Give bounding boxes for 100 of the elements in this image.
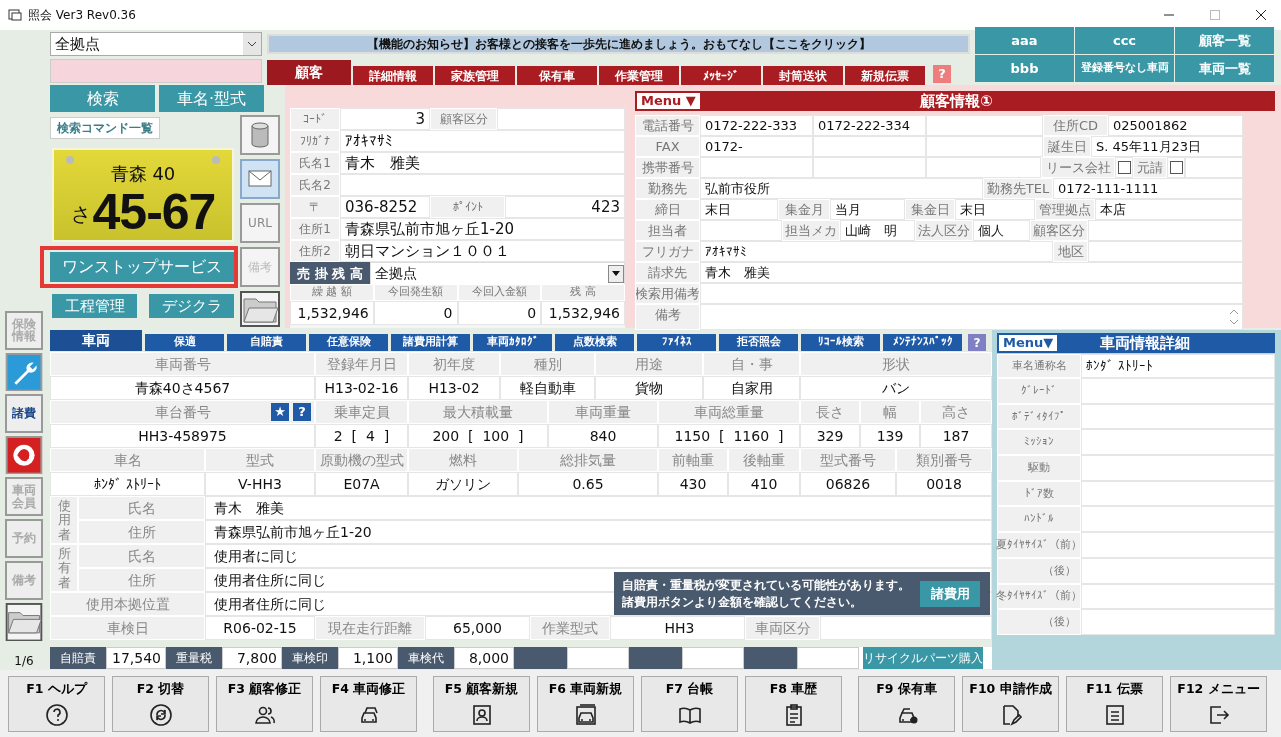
field-label: 登録年月日 xyxy=(315,352,408,376)
notice-banner[interactable]: 【機能のお知らせ】お客様との接客を一歩先に進めましょう。おもてなし【ここをクリック】 xyxy=(267,34,970,54)
field-label: ﾌﾘｶﾞﾅ xyxy=(290,130,340,152)
field-label: 現在走行距離 xyxy=(315,616,425,640)
function-key-button[interactable]: F4 車両修正 xyxy=(320,676,417,732)
field-value: 青森県弘前市旭ヶ丘1-20 xyxy=(340,218,625,240)
function-key-button[interactable]: F9 保有車 xyxy=(858,676,955,732)
field-value: 410 xyxy=(728,472,800,496)
function-key-button[interactable]: F7 台帳 xyxy=(641,676,738,732)
tab[interactable]: 任意保険 xyxy=(309,334,388,351)
fee-label: 自賠責 xyxy=(50,647,106,669)
side-button[interactable]: 諸費 xyxy=(5,394,43,433)
function-key-button[interactable]: F8 車歴 xyxy=(745,676,842,732)
tab[interactable]: ﾒﾝﾃﾅﾝｽﾊﾟｯｸ xyxy=(883,334,962,351)
field-label: 車両総重量 xyxy=(658,400,800,424)
field-value: 青木 雅美 xyxy=(205,496,992,520)
fee-value: 7,800 xyxy=(222,647,282,669)
plate-number: 45-67 xyxy=(92,187,216,237)
small-button[interactable]: ? xyxy=(293,403,311,421)
field-label: 氏名2 xyxy=(290,174,340,196)
mail-icon[interactable] xyxy=(240,159,280,199)
function-key-button[interactable]: F6 車両新規 xyxy=(537,676,634,732)
tab[interactable]: 新規伝票 xyxy=(845,66,925,85)
field-label: 高さ xyxy=(920,400,992,424)
field-label: 勤務先TEL xyxy=(983,178,1053,199)
field-label: 燃料 xyxy=(408,448,518,472)
wrench-icon[interactable] xyxy=(5,352,43,392)
field-value: 840 xyxy=(548,424,658,448)
tab[interactable]: 保有車 xyxy=(517,66,597,85)
folder-icon[interactable] xyxy=(5,602,43,642)
field-value: 0 xyxy=(373,301,458,325)
function-key-button[interactable]: F5 顧客新規 xyxy=(433,676,530,732)
field-label: 担当メカ xyxy=(782,220,840,241)
field-value: ｱｵｷﾏｻﾐ xyxy=(340,130,625,152)
field-label: ﾎﾞﾃﾞｨﾀｲﾌﾟ xyxy=(997,403,1081,430)
search-field[interactable] xyxy=(50,59,262,83)
field-value: HH3-458975 xyxy=(50,424,315,448)
maximize-icon[interactable] xyxy=(1209,9,1221,21)
tab[interactable]: 車両 xyxy=(50,330,142,351)
tab[interactable]: 拒否照会 xyxy=(719,334,798,351)
field-label: 総排気量 xyxy=(518,448,658,472)
field-label: 元請 xyxy=(1133,157,1167,178)
small-button[interactable]: ★ xyxy=(271,403,289,421)
database-icon[interactable] xyxy=(240,115,280,155)
help-button[interactable]: ? xyxy=(968,334,986,351)
field-label: 顧客区分 xyxy=(430,108,497,130)
function-key-button[interactable]: F3 顧客修正 xyxy=(216,676,313,732)
panel-title: 車両情報詳細 xyxy=(1099,332,1192,354)
tab[interactable]: ﾘｺｰﾙ検索 xyxy=(801,334,880,351)
field-value: ガソリン xyxy=(408,472,518,496)
function-key-button[interactable]: F2 切替 xyxy=(112,676,209,732)
field-value: 0018 xyxy=(896,472,992,496)
function-key-button[interactable]: F11 伝票 xyxy=(1066,676,1163,732)
balance-location-select[interactable]: 全拠点 xyxy=(370,262,625,285)
location-select[interactable]: 全拠点 xyxy=(50,32,262,56)
tab[interactable]: 家族管理 xyxy=(435,66,515,85)
memo-field[interactable] xyxy=(700,304,1243,330)
field-value: HH3 xyxy=(610,616,745,640)
tab[interactable]: 保適 xyxy=(145,334,224,351)
field-value: 軽自動車 xyxy=(500,376,595,400)
checkbox[interactable] xyxy=(1117,161,1131,174)
field-value: 139 xyxy=(860,424,920,448)
command-list-button[interactable]: 検索コマンド一覧 xyxy=(50,117,160,139)
function-key-button[interactable]: F12 メニュー xyxy=(1170,676,1267,732)
tab[interactable]: 詳細情報 xyxy=(353,66,433,85)
tab[interactable]: 諸費用計算 xyxy=(391,334,470,351)
tab[interactable]: 車両ｶﾀﾛｸﾞ xyxy=(473,334,552,351)
function-key-button[interactable]: F10 申請作成 xyxy=(962,676,1059,732)
fee-value: 17,540 xyxy=(106,647,166,669)
tab[interactable]: 自賠責 xyxy=(227,334,306,351)
field-value: 0172-111-1111 xyxy=(1053,178,1243,199)
menu-button[interactable]: Menu ▼ xyxy=(637,93,700,109)
field-label: 氏名1 xyxy=(290,152,340,174)
field-label: 車名 xyxy=(50,448,205,472)
tab[interactable]: 顧客 xyxy=(267,60,351,85)
field-value: 貨物 xyxy=(595,376,703,400)
field-label: 形状 xyxy=(800,352,992,376)
tab[interactable]: 点数検索 xyxy=(555,334,634,351)
tab[interactable]: 封筒送状 xyxy=(763,66,843,85)
page-indicator: 1/6 xyxy=(14,653,34,671)
field-value: 65,000 xyxy=(425,616,530,640)
app-icon xyxy=(8,8,22,22)
checkbox[interactable] xyxy=(1169,161,1183,174)
function-key-button[interactable]: F1 ヘルプ xyxy=(8,676,105,732)
field-value: V-HH3 xyxy=(205,472,315,496)
field-label: 集金月 xyxy=(778,199,830,220)
tab[interactable]: 作業管理 xyxy=(599,66,679,85)
field-value: 0172-222-333 xyxy=(700,115,813,136)
field-label: 車両重量 xyxy=(548,400,658,424)
folder-icon[interactable] xyxy=(240,291,280,327)
field-value: 1,532,946 xyxy=(290,301,374,325)
close-icon[interactable] xyxy=(1255,9,1267,21)
caret-icon xyxy=(612,271,620,276)
chevron-down-icon xyxy=(247,41,257,47)
field-label: 作業型式 xyxy=(530,616,610,640)
field-label: 型式番号 xyxy=(800,448,896,472)
tab[interactable]: ﾌｧｲﾈｽ xyxy=(637,334,716,351)
menu-button[interactable]: Menu▼ xyxy=(999,335,1058,351)
tab[interactable]: ﾒｯｾｰｼﾞ xyxy=(681,66,761,85)
emblem-icon[interactable] xyxy=(5,435,43,475)
